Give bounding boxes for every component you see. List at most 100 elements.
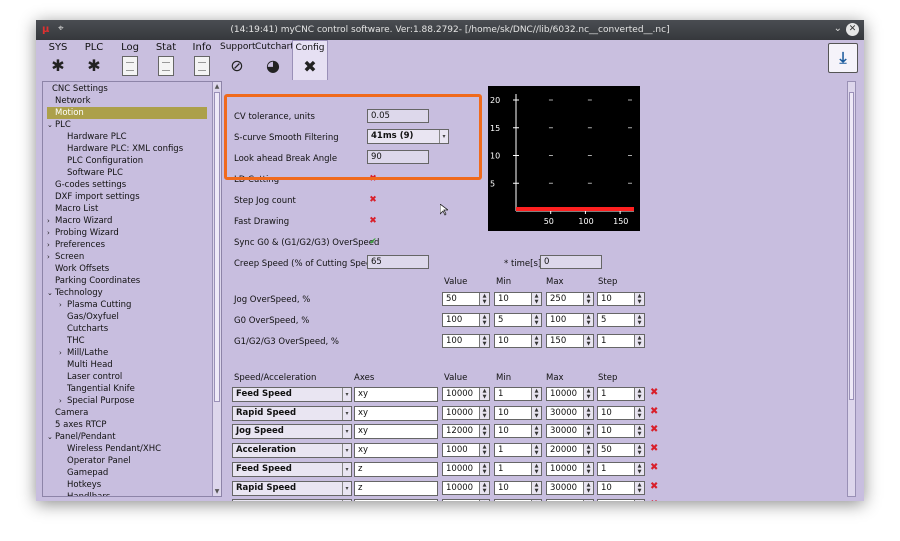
tree-node[interactable]: Macro List	[47, 203, 98, 215]
tree-node[interactable]: Cutcharts	[59, 323, 108, 335]
tree-node[interactable]: PLC Configuration	[59, 155, 143, 167]
minimize-icon[interactable]: ⌄	[834, 23, 842, 34]
speed-max-spin[interactable]: 30000▲▼	[546, 499, 594, 501]
chevron-right-icon[interactable]: ›	[47, 215, 55, 227]
overspeed-step-spin[interactable]: 1 ▲ ▼	[597, 334, 645, 348]
speed-value-spin[interactable]: 12000 ▲ ▼	[442, 424, 490, 439]
tree-node[interactable]: Camera	[47, 407, 88, 419]
tree-node[interactable]: Wireless Pendant/XHC	[59, 443, 161, 455]
spin-arrows-icon[interactable]: ▲▼	[531, 406, 541, 419]
sync-overspeed-checkbox[interactable]: ✔	[368, 237, 378, 247]
tree-node[interactable]: › Plasma Cutting	[59, 299, 131, 311]
tree-node[interactable]: › Mill/Lathe	[59, 347, 108, 359]
tree-node[interactable]: ⌄ Technology	[47, 287, 103, 299]
chevron-down-icon[interactable]: ⌄	[47, 287, 55, 299]
creep-speed-input[interactable]: 65	[367, 255, 429, 269]
tree-node[interactable]: Gas/Oxyfuel	[59, 311, 119, 323]
chevron-right-icon[interactable]: ›	[59, 395, 67, 407]
speed-value-spin[interactable]: 5000▲▼	[442, 499, 490, 501]
spin-arrows-icon[interactable]: ▲▼	[583, 500, 593, 501]
spin-arrows-icon[interactable]: ▲▼	[583, 444, 593, 457]
tab-support[interactable]: Support ⊘	[220, 40, 256, 80]
delete-row-icon[interactable]: ✖	[650, 425, 658, 435]
spin-arrows-icon[interactable]: ▲▼	[583, 481, 593, 494]
delete-row-icon[interactable]: ✖	[650, 500, 658, 501]
tree-node[interactable]: ⌄ PLC	[47, 119, 71, 131]
overspeed-max-spin[interactable]: 100 ▲ ▼	[546, 313, 594, 327]
speed-type-select[interactable]: Rapid Speed ▾	[232, 405, 352, 421]
title-bar[interactable]: µ ⌖ (14:19:41) myCNC control software. V…	[36, 20, 864, 40]
chevron-right-icon[interactable]: ›	[59, 347, 67, 359]
overspeed-min-spin[interactable]: 5 ▲ ▼	[494, 313, 542, 327]
speed-value-spin[interactable]: 10000 ▲ ▼	[442, 387, 490, 401]
main-scrollbar[interactable]	[847, 81, 856, 497]
overspeed-step-spin[interactable]: 10 ▲ ▼	[597, 292, 645, 306]
overspeed-value-spin[interactable]: 100 ▲ ▼	[442, 334, 490, 348]
overspeed-value-spin[interactable]: 100 ▲ ▼	[442, 313, 490, 327]
overspeed-min-spin[interactable]: 10 ▲ ▼	[494, 292, 542, 306]
delete-row-icon[interactable]: ✖	[650, 388, 658, 398]
tree-node[interactable]: THC	[59, 335, 85, 347]
speed-type-select[interactable]: Rapid Speed ▾	[232, 480, 352, 496]
speed-max-spin[interactable]: 30000▲▼	[546, 405, 594, 420]
axes-input[interactable]: xy	[354, 424, 438, 440]
overspeed-value-spin[interactable]: 50 ▲ ▼	[442, 292, 490, 306]
delete-row-icon[interactable]: ✖	[650, 462, 658, 473]
tab-config[interactable]: Config ✖	[292, 40, 328, 80]
tree-node[interactable]: Motion	[47, 107, 207, 119]
tree-node[interactable]: 5 axes RTCP	[47, 419, 107, 431]
spin-arrows-icon[interactable]: ▲▼	[531, 462, 541, 475]
axes-input[interactable]: z	[354, 480, 438, 496]
speed-max-spin[interactable]: 20000 ▲ ▼	[546, 443, 594, 458]
speed-value-spin[interactable]: 1000 ▲ ▼	[442, 443, 490, 458]
spin-arrows-icon[interactable]: ▲▼	[634, 500, 644, 501]
axes-input[interactable]: xy	[354, 387, 438, 402]
chevron-down-icon[interactable]: ⌄	[47, 119, 55, 131]
speed-step-spin[interactable]: 10▲▼	[597, 499, 645, 501]
delete-row-icon[interactable]: ✖	[650, 406, 658, 417]
tree-node[interactable]: Parking Coordinates	[47, 275, 140, 287]
speed-value-spin[interactable]: 10000 ▲ ▼	[442, 461, 490, 476]
tree-node[interactable]: Tangential Knife	[59, 383, 135, 395]
speed-min-spin[interactable]: 1 ▲ ▼	[494, 387, 542, 401]
tab-sys[interactable]: SYS ✱	[44, 40, 72, 80]
spin-arrows-icon[interactable]: ▲▼	[479, 388, 489, 400]
main-scroll-thumb[interactable]	[849, 92, 854, 400]
speed-min-spin[interactable]: 1 ▲ ▼	[494, 443, 542, 458]
chevron-right-icon[interactable]: ›	[47, 227, 55, 239]
tree-node[interactable]: Hardware PLC	[59, 131, 127, 143]
spin-arrows-icon[interactable]: ▲▼	[531, 425, 541, 438]
axes-input[interactable]: z	[354, 499, 438, 501]
speed-max-spin[interactable]: 10000 ▲ ▼	[546, 387, 594, 401]
spin-arrows-icon[interactable]: ▲▼	[634, 293, 644, 305]
speed-step-spin[interactable]: 1 ▲ ▼	[597, 387, 645, 401]
tree-node[interactable]: Operator Panel	[59, 455, 131, 467]
spin-arrows-icon[interactable]: ▲▼	[634, 388, 644, 400]
spin-arrows-icon[interactable]: ▲▼	[634, 425, 644, 438]
axes-input[interactable]: xy	[354, 405, 438, 421]
spin-arrows-icon[interactable]: ▲▼	[479, 481, 489, 494]
speed-step-spin[interactable]: 10▲▼	[597, 424, 645, 439]
speed-min-spin[interactable]: 1 ▲ ▼	[494, 461, 542, 476]
tree-node[interactable]: Multi Head	[59, 359, 113, 371]
spin-arrows-icon[interactable]: ▲▼	[479, 462, 489, 475]
tab-log[interactable]: Log	[116, 40, 144, 80]
scroll-up-icon[interactable]: ▲	[213, 82, 221, 91]
spin-arrows-icon[interactable]: ▲▼	[634, 335, 644, 347]
tab-info[interactable]: Info	[188, 40, 216, 80]
speed-step-spin[interactable]: 10▲▼	[597, 480, 645, 495]
tree-node[interactable]: G-codes settings	[47, 179, 126, 191]
delete-row-icon[interactable]: ✖	[650, 481, 658, 492]
delete-row-icon[interactable]: ✖	[650, 444, 658, 454]
speed-max-spin[interactable]: 10000 ▲ ▼	[546, 461, 594, 476]
spin-arrows-icon[interactable]: ▲▼	[479, 500, 489, 501]
tree-node[interactable]: DXF import settings	[47, 191, 140, 203]
spin-arrows-icon[interactable]: ▲▼	[634, 406, 644, 419]
spin-arrows-icon[interactable]: ▲▼	[479, 314, 489, 326]
settings-tree[interactable]: CNC Settings Network Motion ⌄ PLC Hardware PL…	[42, 81, 222, 497]
speed-type-select[interactable]: Acceleration ▾	[232, 443, 352, 459]
speed-min-spin[interactable]: 10 ▲▼	[494, 405, 542, 420]
axes-input[interactable]: z	[354, 461, 438, 477]
speed-type-select[interactable]: Feed Speed ▾	[232, 387, 352, 402]
tree-node[interactable]: Hardware PLC: XML configs	[59, 143, 183, 155]
